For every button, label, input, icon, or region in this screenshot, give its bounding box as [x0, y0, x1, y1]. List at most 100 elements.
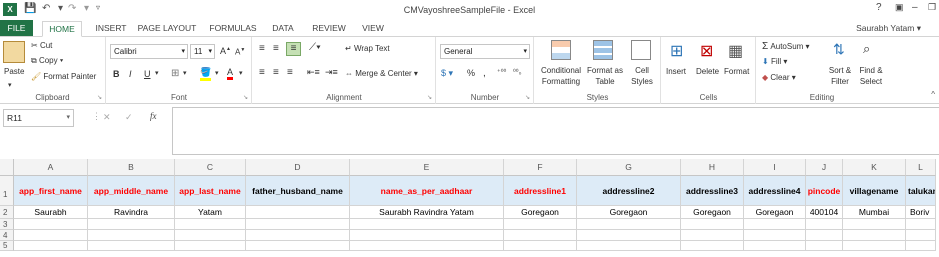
font-color-dropdown-icon[interactable]: ▾: [239, 69, 243, 77]
empty-cell-j4[interactable]: [806, 230, 843, 241]
header-cell-f1[interactable]: addressline1: [504, 176, 577, 206]
column-header-c[interactable]: C: [175, 159, 246, 176]
empty-cell-i3[interactable]: [744, 219, 806, 230]
data-cell-i2[interactable]: Goregaon: [744, 206, 806, 219]
empty-cell-l3[interactable]: [906, 219, 936, 230]
header-cell-e1[interactable]: name_as_per_aadhaar: [350, 176, 504, 206]
empty-cell-h3[interactable]: [681, 219, 744, 230]
tab-review[interactable]: REVIEW: [307, 21, 351, 37]
formula-options-icon[interactable]: ⋮: [92, 111, 101, 122]
empty-cell-e5[interactable]: [350, 241, 504, 251]
align-left-icon[interactable]: ≡: [259, 67, 265, 78]
header-cell-a1[interactable]: app_first_name: [14, 176, 88, 206]
header-cell-g1[interactable]: addressline2: [577, 176, 681, 206]
header-cell-l1[interactable]: talukan: [906, 176, 936, 206]
data-cell-b2[interactable]: Ravindra: [88, 206, 175, 219]
percent-button[interactable]: %: [467, 68, 475, 78]
borders-icon[interactable]: ⊞: [171, 68, 179, 79]
empty-cell-g4[interactable]: [577, 230, 681, 241]
empty-cell-g5[interactable]: [577, 241, 681, 251]
underline-button[interactable]: U: [144, 69, 151, 79]
tab-formulas[interactable]: FORMULAS: [205, 21, 261, 37]
number-launcher-icon[interactable]: ↘: [525, 94, 530, 101]
autosum-button[interactable]: Σ AutoSum ▾: [762, 41, 810, 52]
collapse-ribbon-icon[interactable]: ^: [931, 90, 935, 99]
row-header-2[interactable]: 2: [0, 206, 14, 219]
fill-color-icon[interactable]: 🪣: [200, 67, 212, 81]
empty-cell-k3[interactable]: [843, 219, 906, 230]
header-cell-d1[interactable]: father_husband_name: [246, 176, 350, 206]
enter-icon[interactable]: ✓: [125, 112, 133, 123]
data-cell-g2[interactable]: Goregaon: [577, 206, 681, 219]
column-header-l[interactable]: L: [906, 159, 936, 176]
cell-styles-button[interactable]: Cell Styles: [627, 65, 657, 87]
empty-cell-e3[interactable]: [350, 219, 504, 230]
insert-function-icon[interactable]: fx: [150, 111, 157, 121]
header-cell-c1[interactable]: app_last_name: [175, 176, 246, 206]
copy-button[interactable]: ⧉ Copy ▾: [31, 56, 63, 66]
empty-cell-h5[interactable]: [681, 241, 744, 251]
column-header-g[interactable]: G: [577, 159, 681, 176]
column-header-e[interactable]: E: [350, 159, 504, 176]
cancel-icon[interactable]: ✕: [103, 112, 111, 123]
tab-data[interactable]: DATA: [266, 21, 300, 37]
data-cell-d2[interactable]: [246, 206, 350, 219]
data-cell-f2[interactable]: Goregaon: [504, 206, 577, 219]
font-name-select[interactable]: Calibri ▾: [110, 44, 188, 59]
paste-button[interactable]: Paste: [4, 67, 24, 76]
row-header-4[interactable]: 4: [0, 230, 14, 241]
shrink-font-icon[interactable]: A▼: [235, 47, 245, 57]
orientation-icon[interactable]: ⟋▾: [309, 42, 321, 53]
grow-font-icon[interactable]: A▲: [220, 46, 231, 56]
empty-cell-c3[interactable]: [175, 219, 246, 230]
empty-cell-b3[interactable]: [88, 219, 175, 230]
header-cell-h1[interactable]: addressline3: [681, 176, 744, 206]
decrease-indent-icon[interactable]: ⇤≡: [307, 67, 320, 78]
clear-button[interactable]: ◆ Clear ▾: [762, 73, 796, 82]
data-cell-l2[interactable]: Boriv: [906, 206, 936, 219]
align-center-icon[interactable]: ≡: [273, 67, 279, 78]
italic-button[interactable]: I: [129, 69, 132, 79]
help-icon[interactable]: ?: [876, 2, 882, 13]
empty-cell-d3[interactable]: [246, 219, 350, 230]
empty-cell-j3[interactable]: [806, 219, 843, 230]
empty-cell-h4[interactable]: [681, 230, 744, 241]
data-cell-a2[interactable]: Saurabh: [14, 206, 88, 219]
row-header-5[interactable]: 5: [0, 241, 14, 251]
column-header-b[interactable]: B: [88, 159, 175, 176]
data-cell-e2[interactable]: Saurabh Ravindra Yatam: [350, 206, 504, 219]
column-header-f[interactable]: F: [504, 159, 577, 176]
select-all-corner[interactable]: [0, 159, 14, 176]
header-cell-b1[interactable]: app_middle_name: [88, 176, 175, 206]
align-middle-icon[interactable]: ≡: [273, 43, 279, 54]
tab-view[interactable]: VIEW: [356, 21, 390, 37]
empty-cell-i4[interactable]: [744, 230, 806, 241]
empty-cell-l4[interactable]: [906, 230, 936, 241]
data-cell-j2[interactable]: 400104: [806, 206, 843, 219]
data-cell-h2[interactable]: Goregaon: [681, 206, 744, 219]
empty-cell-i5[interactable]: [744, 241, 806, 251]
comma-button[interactable]: ,: [483, 68, 486, 79]
ribbon-display-icon[interactable]: ▣: [895, 2, 904, 13]
column-header-h[interactable]: H: [681, 159, 744, 176]
sort-filter-button[interactable]: Sort & Filter: [827, 65, 853, 87]
column-header-k[interactable]: K: [843, 159, 906, 176]
align-right-icon[interactable]: ≡: [287, 67, 293, 78]
user-account[interactable]: Saurabh Yatam ▾: [856, 23, 921, 34]
alignment-launcher-icon[interactable]: ↘: [427, 94, 432, 101]
align-bottom-icon[interactable]: ≡: [286, 42, 301, 56]
fill-button[interactable]: ⬇ Fill ▾: [762, 57, 787, 66]
tab-page-layout[interactable]: PAGE LAYOUT: [135, 21, 199, 37]
delete-cells-button[interactable]: Delete: [696, 67, 719, 76]
fill-color-dropdown-icon[interactable]: ▾: [215, 69, 219, 77]
empty-cell-a3[interactable]: [14, 219, 88, 230]
clipboard-launcher-icon[interactable]: ↘: [97, 94, 102, 101]
empty-cell-k4[interactable]: [843, 230, 906, 241]
column-header-a[interactable]: A: [14, 159, 88, 176]
empty-cell-c5[interactable]: [175, 241, 246, 251]
increase-decimal-icon[interactable]: ⁺⁰⁰: [497, 68, 506, 76]
empty-cell-b5[interactable]: [88, 241, 175, 251]
row-header-1[interactable]: 1: [0, 176, 14, 206]
merge-center-button[interactable]: ⇔ Merge & Center ▾: [345, 69, 418, 78]
conditional-formatting-button[interactable]: Conditional Formatting: [537, 65, 585, 87]
